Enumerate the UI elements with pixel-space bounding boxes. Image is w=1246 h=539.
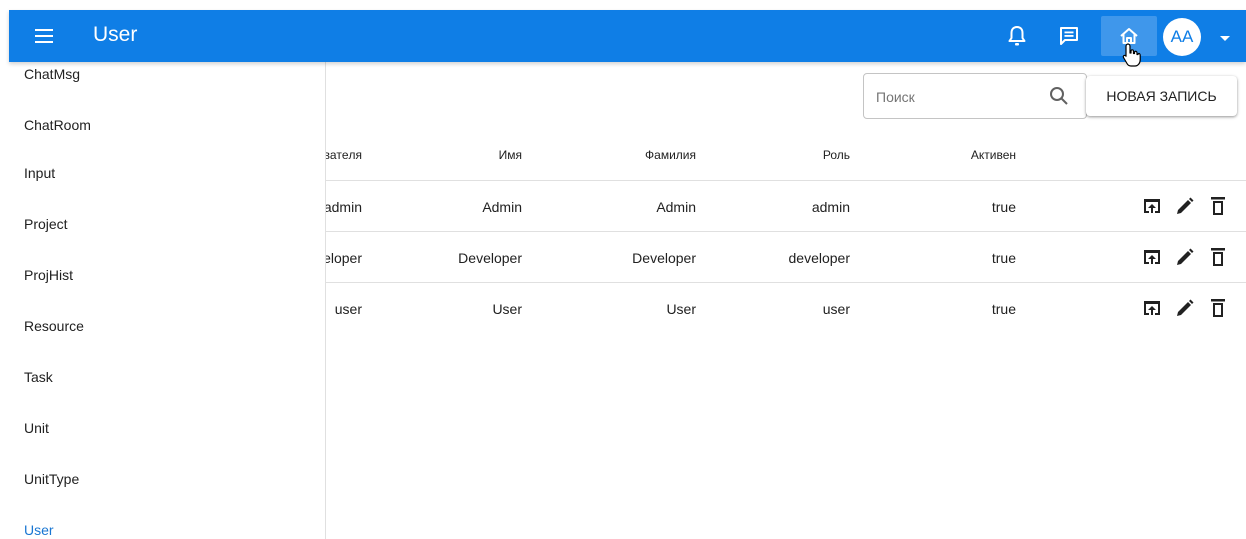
messages-button[interactable] [1049,16,1089,56]
sidebar-item-input[interactable]: Input [0,154,325,198]
column-header-last-name[interactable]: Фамилия [596,148,696,162]
notifications-button[interactable] [997,16,1037,56]
row-actions [1140,245,1230,269]
menu-button[interactable] [31,25,59,47]
sidebar-item-unit[interactable]: Unit [0,409,325,453]
sidebar-item-projhist[interactable]: ProjHist [0,256,325,300]
search-input[interactable] [874,85,1038,109]
column-header-role[interactable]: Роль [750,148,850,162]
sidebar-item-label: ChatMsg [24,66,81,82]
delete-icon[interactable] [1206,245,1230,269]
sidebar-item-unittype[interactable]: UnitType [0,460,325,504]
column-header-name[interactable]: Имя [422,148,522,162]
cell-last-name: Developer [632,250,696,266]
open-icon[interactable] [1140,296,1164,320]
sidebar-item-label: ChatRoom [24,117,91,133]
sidebar-item-resource[interactable]: Resource [0,307,325,351]
edit-icon[interactable] [1173,194,1197,218]
cell-active: true [991,301,1016,317]
edit-icon[interactable] [1173,245,1197,269]
sidebar-item-chatroom[interactable]: ChatRoom [0,103,325,147]
cell-name: Developer [458,250,522,266]
chat-icon [1060,27,1078,45]
delete-icon[interactable] [1206,296,1230,320]
sidebar-item-chatmsg[interactable]: ChatMsg [0,61,325,105]
sidebar-item-label: Task [24,369,53,385]
sidebar-item-label: User [24,522,54,538]
page-title: User [93,23,138,46]
sidebar-item-label: ProjHist [24,267,74,283]
sidebar-item-project[interactable]: Project [0,205,325,249]
cell-role: admin [811,199,850,215]
app-bar: User AA [9,10,1246,62]
sidebar-item-label: Project [24,216,68,232]
avatar[interactable]: AA [1163,18,1201,56]
caret-down-icon [1220,36,1230,41]
sidebar: ChatMsg ChatRoom Input Project ProjHist … [0,55,326,539]
row-actions [1140,194,1230,218]
open-icon[interactable] [1140,194,1164,218]
sidebar-item-user[interactable]: User [0,511,325,539]
delete-icon[interactable] [1206,194,1230,218]
table-row[interactable]: eloper Developer Developer developer tru… [323,232,1246,283]
sidebar-item-label: UnitType [24,471,80,487]
main-content: НОВАЯ ЗАПИСЬ ватeля Имя Фамилия Роль Акт… [323,62,1246,539]
sidebar-item-label: Input [24,165,56,181]
sidebar-item-task[interactable]: Task [0,358,325,402]
sidebar-item-label: Unit [24,420,49,436]
cell-last-name: User [666,301,696,317]
cell-role: developer [788,250,851,266]
account-menu-button[interactable] [1217,31,1233,43]
search-field[interactable] [863,73,1087,119]
search-icon[interactable] [1048,85,1070,107]
cell-active: true [991,199,1016,215]
cell-active: true [991,250,1016,266]
edit-icon[interactable] [1173,296,1197,320]
cell-name: Admin [482,199,522,215]
bell-icon [1008,26,1026,46]
row-actions [1140,296,1230,320]
hand-cursor-icon [1122,43,1141,67]
new-record-button[interactable]: НОВАЯ ЗАПИСЬ [1086,76,1237,116]
cell-name: User [492,301,522,317]
table-row[interactable]: user User User user true [326,283,1246,333]
table-row[interactable]: admin Admin Admin admin true [324,181,1246,232]
sidebar-item-label: Resource [24,318,84,334]
column-header-active[interactable]: Активен [916,148,1016,162]
cell-last-name: Admin [656,199,696,215]
open-icon[interactable] [1140,245,1164,269]
table-header: ватeля Имя Фамилия Роль Активен [324,140,1246,181]
cell-role: user [822,301,850,317]
